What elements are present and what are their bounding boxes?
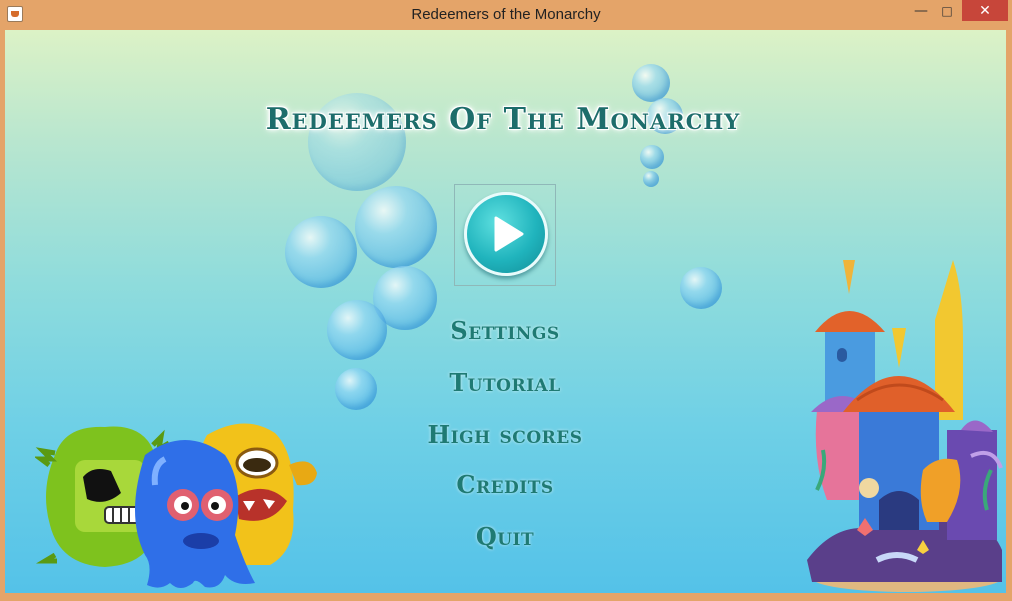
quit-button[interactable]: Quit xyxy=(355,522,655,551)
tutorial-button[interactable]: Tutorial xyxy=(355,368,655,397)
close-icon: ✕ xyxy=(979,2,991,19)
title-bar[interactable]: Redeemers of the Monarchy — □ ✕ xyxy=(0,0,1012,30)
monsters-illustration xyxy=(35,423,317,588)
window-title: Redeemers of the Monarchy xyxy=(411,6,601,23)
bubble xyxy=(640,145,664,169)
play-button-frame[interactable] xyxy=(454,184,556,286)
minimize-icon: — xyxy=(914,2,928,19)
settings-button[interactable]: Settings xyxy=(355,316,655,345)
minimize-button[interactable]: — xyxy=(908,0,934,21)
bubble xyxy=(643,171,659,187)
maximize-button[interactable]: □ xyxy=(934,0,960,21)
bubble xyxy=(285,216,357,288)
bubble xyxy=(355,186,437,268)
high-scores-button[interactable]: High scores xyxy=(355,420,655,449)
close-button[interactable]: ✕ xyxy=(962,0,1008,21)
bubble xyxy=(680,267,722,309)
maximize-icon: □ xyxy=(941,3,953,18)
game-logo: Redeemers Of The Monarchy xyxy=(265,102,741,137)
credits-button[interactable]: Credits xyxy=(355,470,655,499)
game-canvas: Redeemers Of The Monarchy Settings Tutor… xyxy=(5,30,1006,593)
app-window: Redeemers of the Monarchy — □ ✕ Redeemer… xyxy=(0,0,1012,601)
coral-castle-illustration xyxy=(807,260,1003,592)
play-icon xyxy=(494,216,524,252)
play-button[interactable] xyxy=(464,192,548,276)
bubble xyxy=(632,64,670,102)
